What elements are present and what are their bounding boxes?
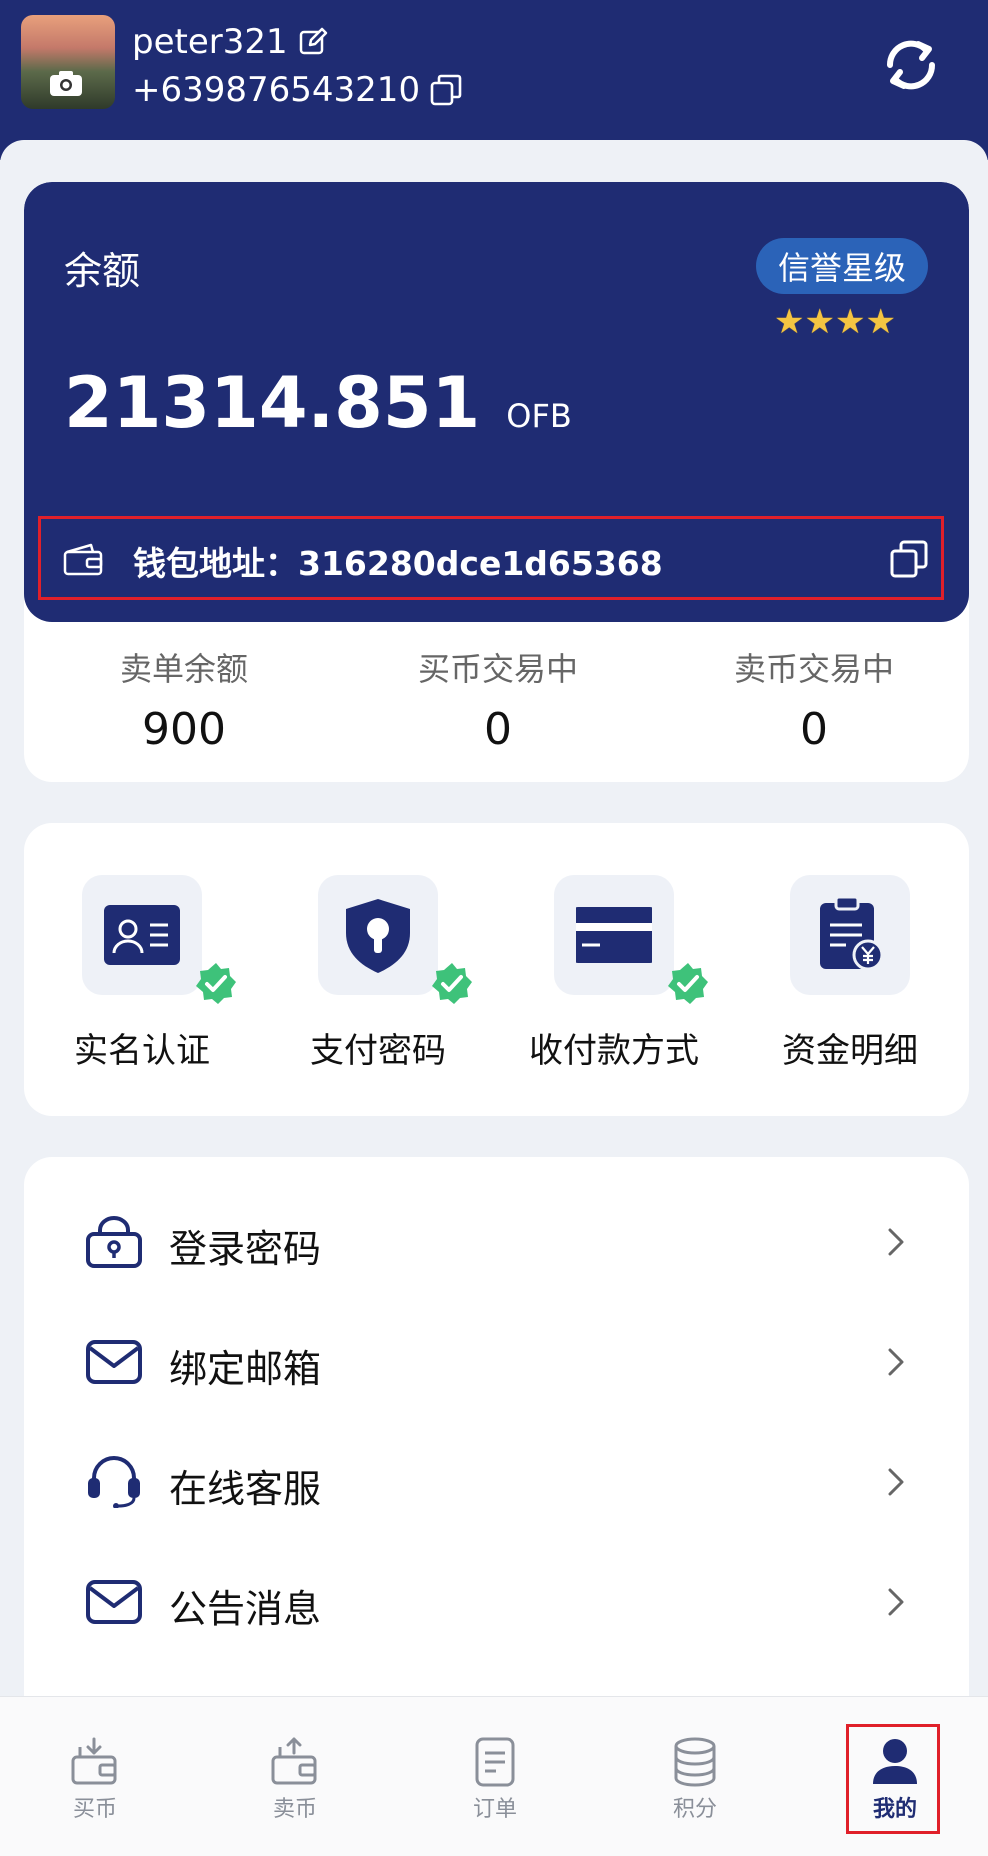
stat-value: 0 — [800, 704, 828, 755]
balance-amount-row: 21314.851 OFB — [64, 362, 572, 444]
balance-card: 余额 信誉星级 ★★★★ 21314.851 OFB 钱包地址：316280dc… — [24, 182, 969, 782]
stat-label: 买币交易中 — [417, 650, 578, 688]
clipboard-yen-icon — [820, 897, 884, 971]
refresh-icon[interactable] — [882, 36, 940, 94]
avatar[interactable] — [21, 15, 115, 109]
tab-label: 买币 — [72, 1797, 117, 1822]
stat-label: 卖单余额 — [119, 650, 248, 688]
chevron-right-icon — [888, 1588, 904, 1616]
stat-label: 卖币交易中 — [733, 650, 894, 688]
sell-coin-icon — [271, 1737, 317, 1785]
id-card-icon — [104, 905, 180, 965]
camera-icon[interactable] — [49, 71, 83, 97]
stat-sell-balance: 卖单余额 900 — [64, 644, 304, 755]
stat-selling: 卖币交易中 0 — [694, 644, 934, 755]
copy-address-icon[interactable] — [889, 539, 929, 579]
verified-check-icon — [668, 963, 708, 1004]
tab-orders[interactable]: 订单 — [435, 1737, 555, 1823]
envelope-icon — [86, 1340, 142, 1384]
func-icon-box — [318, 875, 472, 1004]
func-label: 收付款方式 — [529, 1031, 699, 1071]
tab-label: 卖币 — [272, 1797, 317, 1822]
menu-item-login-password[interactable]: 登录密码 — [24, 1192, 969, 1292]
username-row: peter321 — [132, 20, 328, 64]
tab-points[interactable]: 积分 — [635, 1737, 755, 1823]
stat-value: 0 — [484, 704, 512, 755]
chevron-right-icon — [888, 1228, 904, 1256]
credit-rating-badge[interactable]: 信誉星级 — [756, 238, 928, 294]
wallet-icon — [63, 543, 103, 576]
order-list-icon — [475, 1737, 515, 1787]
balance-panel: 余额 信誉星级 ★★★★ 21314.851 OFB 钱包地址：316280dc… — [24, 182, 969, 622]
trade-stats: 卖单余额 900 买币交易中 0 卖币交易中 0 — [24, 644, 969, 764]
func-fund-details[interactable]: 资金明细 — [750, 875, 950, 1072]
profile-header: peter321 +639876543210 — [0, 0, 988, 160]
func-label: 实名认证 — [74, 1031, 210, 1071]
username: peter321 — [132, 22, 288, 62]
stat-buying: 买币交易中 0 — [378, 644, 618, 755]
bottom-tab-bar: 买币 卖币 订单 积分 我的 — [0, 1696, 988, 1856]
menu-label: 绑定邮箱 — [169, 1347, 322, 1391]
shield-lock-icon — [346, 899, 410, 973]
chevron-right-icon — [888, 1468, 904, 1496]
wallet-address-row[interactable]: 钱包地址：316280dce1d65368 — [38, 516, 944, 600]
func-payment-password[interactable]: 支付密码 — [278, 875, 478, 1072]
settings-menu: 登录密码 绑定邮箱 在线客服 公告消息 — [24, 1157, 969, 1717]
func-icon-box — [554, 875, 708, 1004]
menu-label: 在线客服 — [169, 1467, 322, 1511]
bank-card-icon — [576, 907, 652, 963]
balance-amount: 21314.851 — [64, 362, 481, 444]
wallet-address: 钱包地址：316280dce1d65368 — [133, 544, 663, 583]
menu-item-bind-email[interactable]: 绑定邮箱 — [24, 1312, 969, 1412]
func-label: 支付密码 — [310, 1031, 446, 1071]
func-icon-box — [82, 875, 236, 1004]
phone-number: +639876543210 — [132, 70, 421, 110]
envelope-icon — [86, 1580, 142, 1624]
tab-buy-coin[interactable]: 买币 — [35, 1737, 155, 1823]
menu-item-announcements[interactable]: 公告消息 — [24, 1552, 969, 1652]
headset-icon — [88, 1456, 140, 1508]
active-tab-highlight — [846, 1724, 940, 1834]
menu-item-online-support[interactable]: 在线客服 — [24, 1432, 969, 1532]
coin-stack-icon — [674, 1737, 716, 1787]
padlock-icon — [86, 1216, 142, 1268]
phone-row: +639876543210 — [132, 68, 462, 112]
verified-check-icon — [432, 963, 472, 1004]
menu-label: 登录密码 — [169, 1227, 322, 1271]
balance-unit: OFB — [506, 397, 572, 435]
func-icon-box — [790, 875, 910, 995]
credit-stars: ★★★★ — [774, 302, 896, 342]
buy-coin-icon — [71, 1737, 117, 1785]
tab-sell-coin[interactable]: 卖币 — [235, 1737, 355, 1823]
func-real-name-verification[interactable]: 实名认证 — [42, 875, 242, 1072]
chevron-right-icon — [888, 1348, 904, 1376]
func-payment-methods[interactable]: 收付款方式 — [514, 875, 714, 1072]
func-label: 资金明细 — [782, 1031, 918, 1071]
verified-check-icon — [196, 963, 236, 1004]
menu-label: 公告消息 — [169, 1587, 322, 1631]
tab-label: 订单 — [472, 1797, 517, 1822]
balance-label: 余额 — [64, 249, 141, 293]
tab-label: 积分 — [672, 1797, 717, 1822]
copy-icon[interactable] — [430, 74, 462, 106]
edit-icon[interactable] — [298, 27, 328, 57]
stat-value: 900 — [142, 704, 226, 755]
functions-card: 实名认证 支付密码 收付款方式 资金明细 — [24, 823, 969, 1116]
